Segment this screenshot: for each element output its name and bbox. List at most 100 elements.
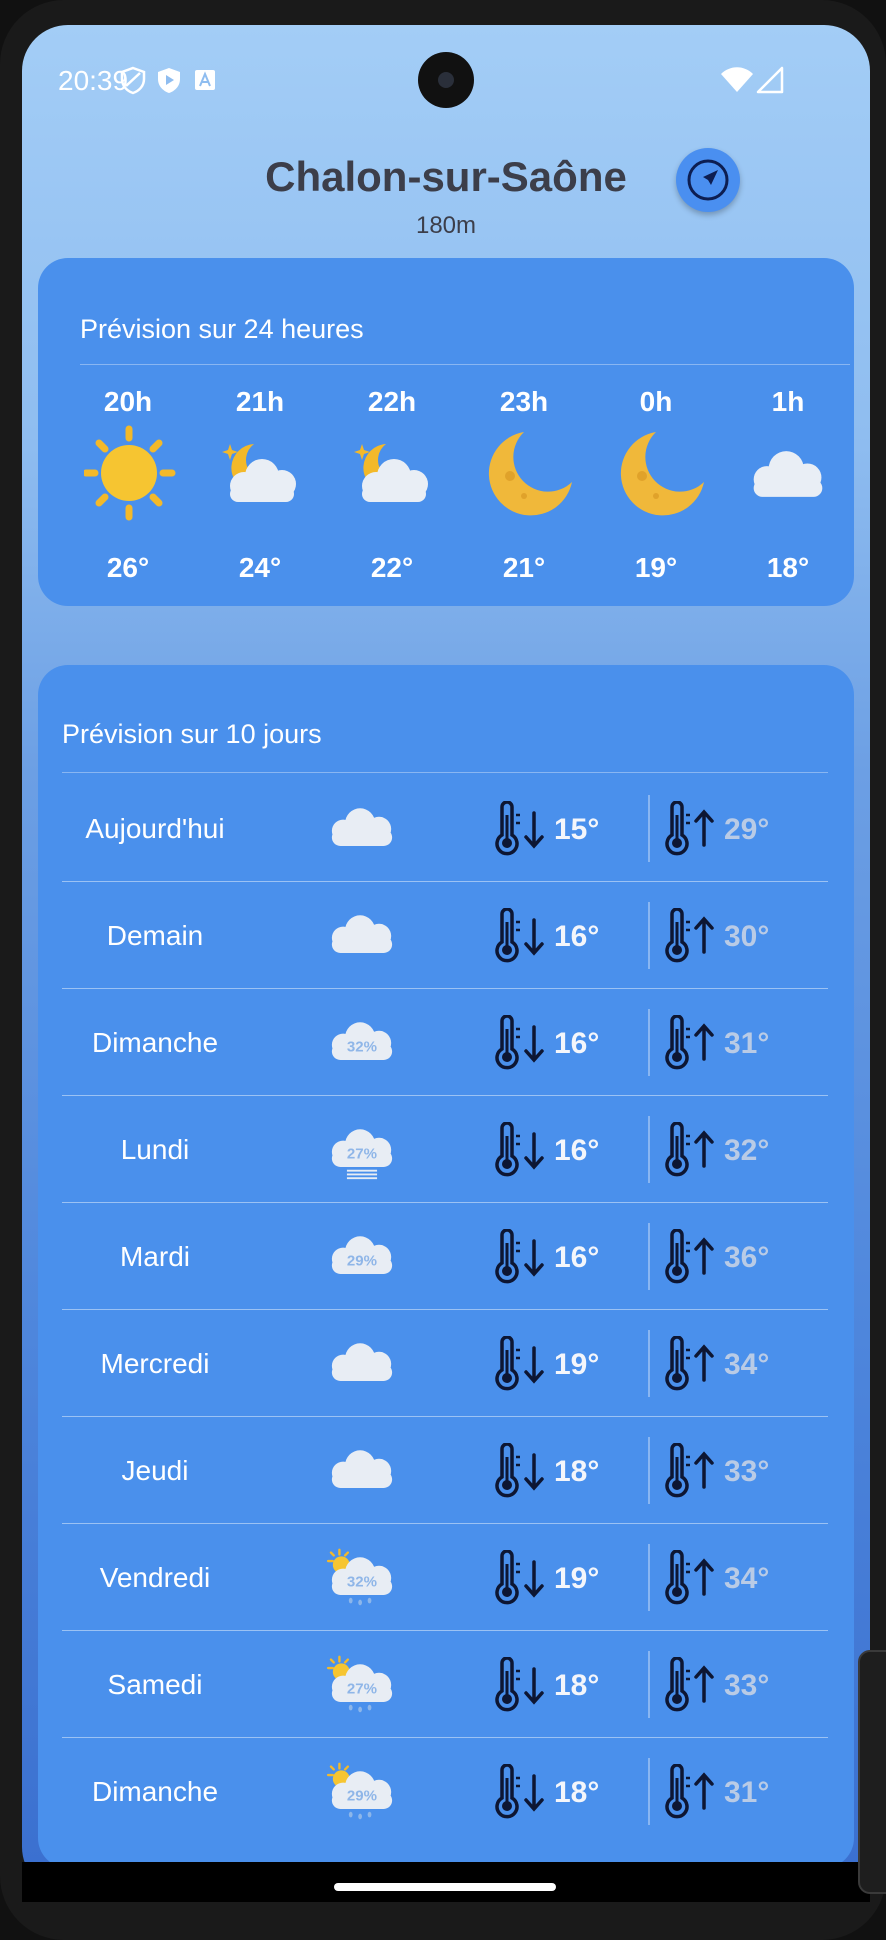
thermometer-up-icon [665,1335,714,1391]
thermometer-up-icon [665,800,714,856]
day-label: Jeudi [121,1455,189,1486]
city-name: Chalon-sur-Saône [265,153,627,200]
locate-button[interactable] [676,148,740,212]
cloud-percent-icon: 29% [331,1236,393,1274]
daily-row: Vendredi 32% 19° 34° [62,1524,828,1631]
day-label: Mercredi [100,1348,210,1379]
hour-label: 23h [499,386,549,417]
hour-label: 20h [103,386,153,417]
cloud-icon [331,808,393,846]
min-temp: 16° [492,907,612,964]
daily-row: Demain 16° 30° [62,882,828,989]
day-label: Dimanche [91,1776,219,1807]
temp-divider [648,1116,650,1183]
min-temp-value: 16° [554,920,600,953]
altitude: 180m [415,212,477,239]
thermometer-up-icon [665,1121,714,1177]
thermometer-down-icon [495,1656,544,1712]
max-temp: 31° [662,1763,782,1820]
cloud-icon [331,1343,393,1381]
max-temp-value: 31° [724,1776,770,1809]
home-gesture-handle[interactable] [334,1883,556,1891]
max-temp: 31° [662,1014,782,1071]
daily-row: Samedi 27% 18° 33° [62,1631,828,1738]
hourly-divider [80,364,850,365]
thermometer-down-icon [495,1442,544,1498]
max-temp-value: 33° [724,1669,770,1702]
min-temp: 18° [492,1656,612,1713]
fog-cloud-icon: 27% [331,1129,393,1180]
daily-row: Jeudi 18° 33° [62,1417,828,1524]
daily-divider [62,772,828,773]
daily-row: Lundi 27% 16° 32° [62,1096,828,1203]
play-protect-icon [158,68,180,93]
hour-label: 22h [367,386,417,417]
cloudy-night-icon [354,444,428,502]
temp-divider [648,902,650,969]
thermometer-up-icon [665,907,714,963]
thermometer-down-icon [495,907,544,963]
day-label: Dimanche [91,1027,219,1058]
daily-row: Dimanche 32% 16° 31° [62,989,828,1096]
max-temp: 34° [662,1549,782,1606]
hour-temp: 26° [106,552,150,583]
day-label: Mardi [119,1241,190,1272]
temp-divider [648,1758,650,1825]
hour-label: 21h [235,386,285,417]
temp-divider [648,1223,650,1290]
max-temp-value: 36° [724,1241,770,1274]
thermometer-up-icon [665,1549,714,1605]
sun-icon [84,425,176,521]
max-temp: 29° [662,800,782,857]
vpn-shield-icon [120,66,146,95]
min-temp: 15° [492,800,612,857]
thermometer-down-icon [495,800,544,856]
daily-forecast-title: Prévision sur 10 jours [62,719,322,749]
thermometer-down-icon [495,1228,544,1284]
hour-label: 0h [639,386,673,417]
max-temp-value: 29° [724,813,770,846]
max-temp: 32° [662,1121,782,1178]
min-temp: 16° [492,1014,612,1071]
day-label: Vendredi [99,1562,211,1593]
max-temp-value: 30° [724,920,770,953]
hourly-forecast-title: Prévision sur 24 heures [80,314,364,344]
max-temp: 30° [662,907,782,964]
thermometer-up-icon [665,1014,714,1070]
hourly-forecast-card: Prévision sur 24 heures 20h 26° 21h 24° … [38,258,854,606]
hour-temp: 18° [766,552,810,583]
moon-icon [488,432,572,516]
thermometer-down-icon [495,1335,544,1391]
daily-row: Dimanche 29% 18° 31° [62,1738,828,1845]
min-temp-value: 18° [554,1455,600,1488]
min-temp-value: 19° [554,1348,600,1381]
min-temp-value: 16° [554,1134,600,1167]
cloud-percent-icon: 32% [331,1022,393,1060]
daily-row: Mercredi 19° 34° [62,1310,828,1417]
min-temp: 18° [492,1763,612,1820]
min-temp-value: 18° [554,1669,600,1702]
max-temp-value: 31° [724,1027,770,1060]
thermometer-down-icon [495,1014,544,1070]
thermometer-up-icon [665,1228,714,1284]
min-temp: 18° [492,1442,612,1499]
day-label: Aujourd'hui [85,813,225,844]
hour-temp: 19° [634,552,678,583]
min-temp: 19° [492,1549,612,1606]
hour-label: 1h [771,386,805,417]
thermometer-down-icon [495,1549,544,1605]
max-temp: 33° [662,1656,782,1713]
min-temp: 19° [492,1335,612,1392]
min-temp-value: 15° [554,813,600,846]
max-temp-value: 32° [724,1134,770,1167]
temp-divider [648,1009,650,1076]
thermometer-up-icon [665,1442,714,1498]
temp-divider [648,795,650,862]
max-temp: 36° [662,1228,782,1285]
precip-text: 27% [347,1680,377,1697]
hour-temp: 21° [502,552,546,583]
max-temp-value: 33° [724,1455,770,1488]
temp-divider [648,1437,650,1504]
min-temp: 16° [492,1121,612,1178]
sun-rain-cloud-icon: 32% [326,1548,393,1606]
